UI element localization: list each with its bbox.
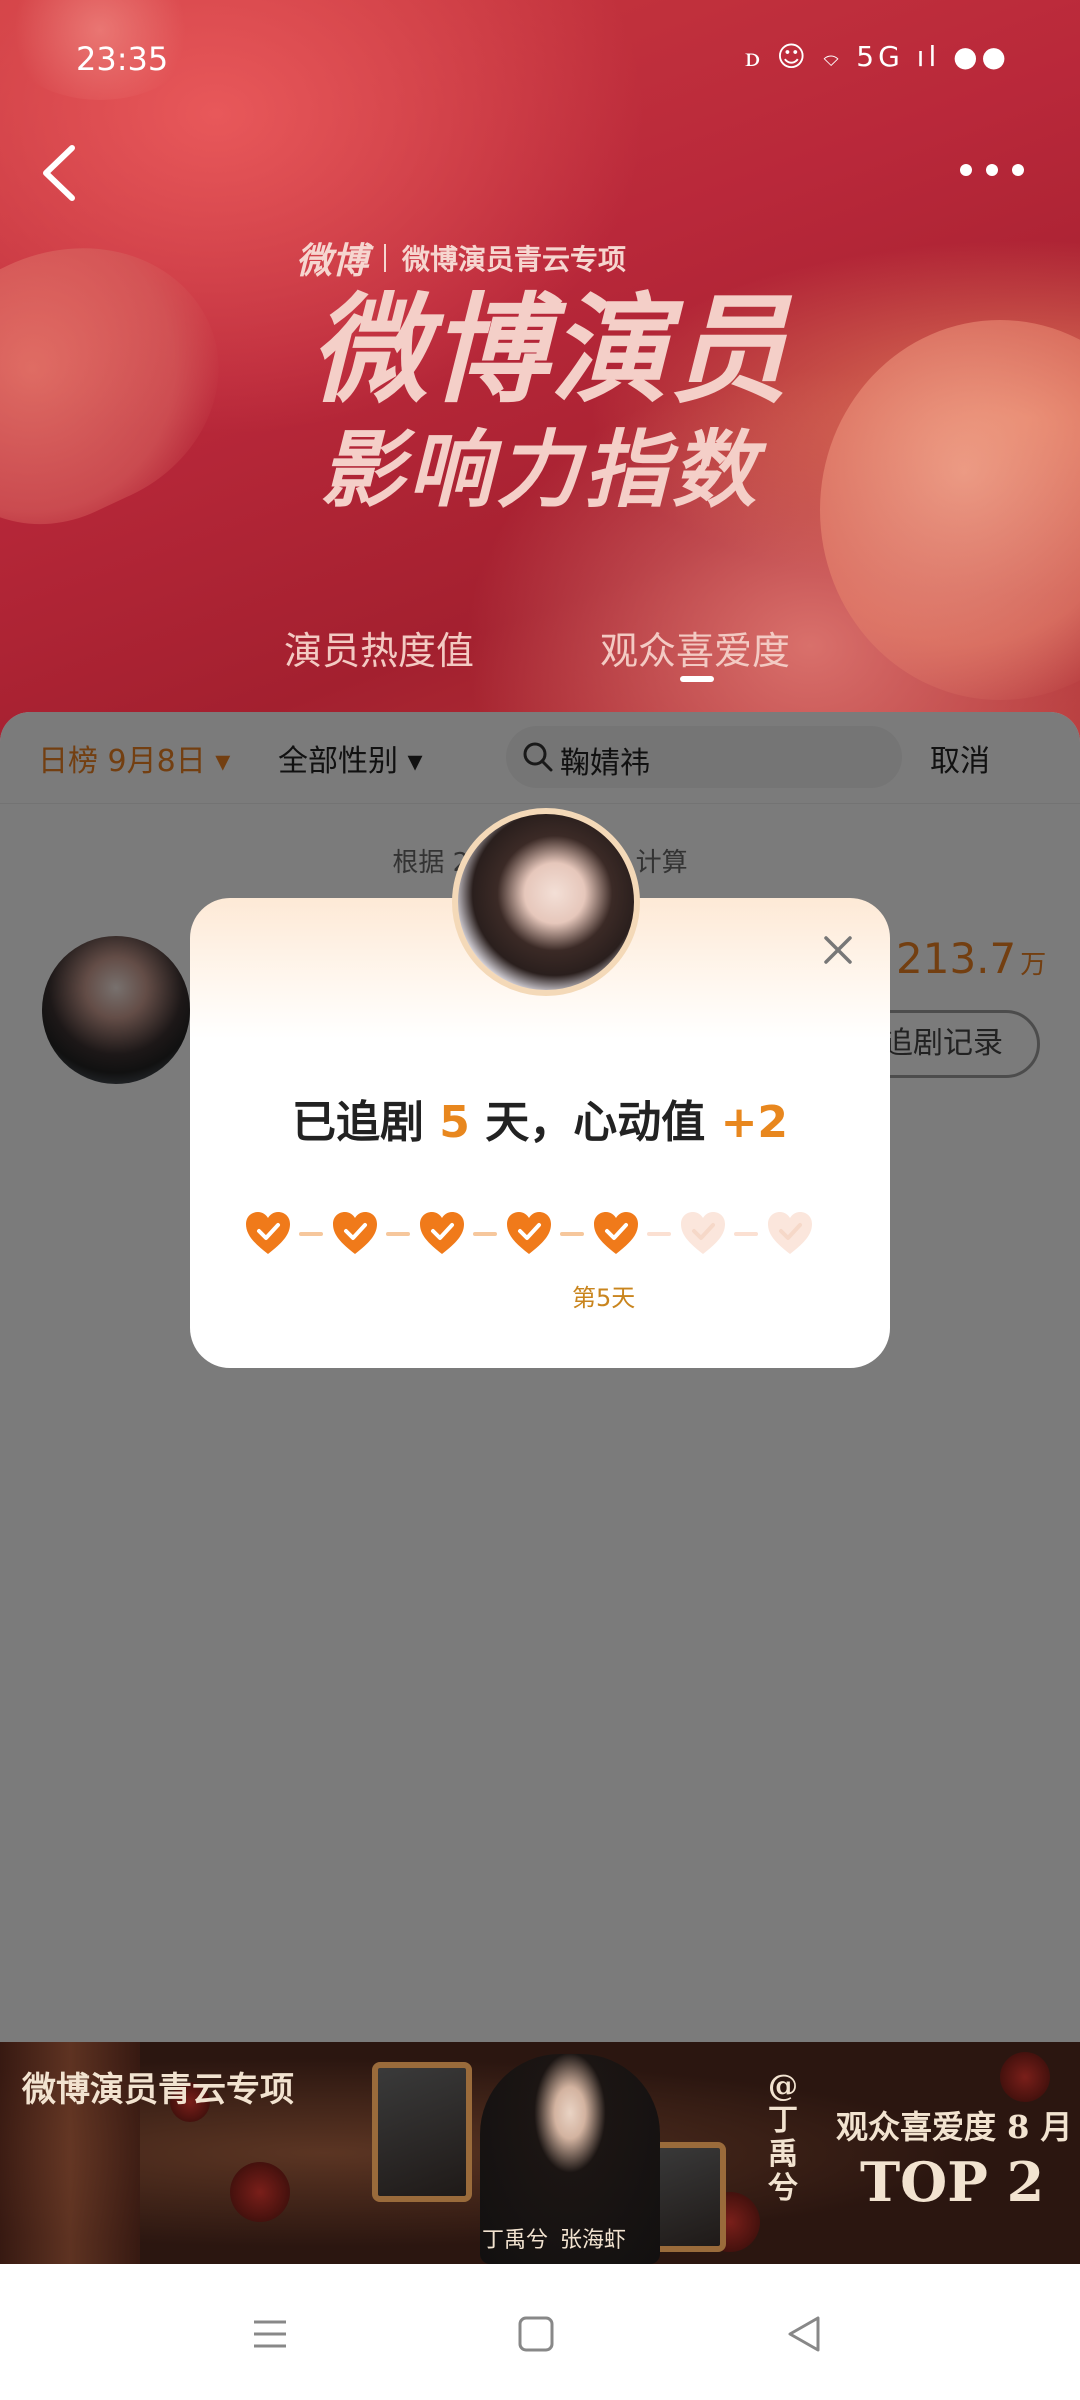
- chevron-left-icon: [43, 145, 75, 201]
- check-in-progress: [244, 1210, 824, 1260]
- progress-connector: [560, 1232, 584, 1236]
- tab-active-indicator: [680, 676, 714, 682]
- heart-filled-icon: [418, 1210, 466, 1256]
- home-button[interactable]: [512, 2310, 560, 2358]
- banner-handle: @丁禹兮: [768, 2069, 798, 2206]
- hero-title: 微博演员: [309, 281, 790, 419]
- rose-decor: [1000, 2052, 1050, 2102]
- back-nav-button[interactable]: [780, 2310, 828, 2358]
- banner-name: 丁禹兮: [482, 2228, 549, 2253]
- brand-subtitle: 微博演员青云专项: [402, 243, 627, 276]
- heart-filled-icon: [592, 1210, 640, 1256]
- triangle-back-icon: [788, 2316, 820, 2352]
- weibo-logo: 微博: [296, 241, 369, 282]
- dot-icon: [1012, 164, 1024, 176]
- progress-connector: [473, 1232, 497, 1236]
- banner-name: 张海虾: [560, 2228, 627, 2253]
- menu-icon: [254, 2320, 286, 2348]
- progress-connector: [299, 1232, 323, 1236]
- message-middle: 天，心动值: [485, 1097, 706, 1148]
- message-prefix: 已追剧: [291, 1097, 424, 1148]
- popup-message: 已追剧 5 天，心动值 +2: [190, 1086, 890, 1150]
- points-value: +2: [720, 1097, 789, 1148]
- heart-filled-icon: [244, 1210, 292, 1256]
- dot-icon: [960, 164, 972, 176]
- heart-empty-icon: [766, 1210, 814, 1256]
- progress-connector: [734, 1232, 758, 1236]
- tab-audience-love[interactable]: 观众喜爱度: [600, 620, 790, 675]
- tab-actor-heat[interactable]: 演员热度值: [284, 620, 474, 675]
- progress-connector: [386, 1232, 410, 1236]
- popup-avatar: [452, 808, 640, 996]
- status-icons: ꭰ ☺ ⌔ 5G ıl ●●: [745, 40, 1010, 73]
- close-icon: [824, 936, 852, 964]
- status-bar: 23:35 ꭰ ☺ ⌔ 5G ıl ●●: [0, 0, 1080, 120]
- tab-bar: 演员热度值 观众喜爱度: [0, 620, 1080, 700]
- decor-star-shape: [0, 198, 261, 562]
- promo-banner[interactable]: 微博演员青云专项 @丁禹兮 观众喜爱度 8 月 TOP 2 丁禹兮 张海虾: [0, 2042, 1080, 2264]
- square-icon: [518, 2316, 554, 2352]
- heart-filled-icon: [505, 1210, 553, 1256]
- status-time: 23:35: [76, 40, 169, 78]
- more-options-button[interactable]: [960, 150, 1040, 190]
- photo-frame: [372, 2062, 472, 2202]
- days-count: 5: [439, 1097, 470, 1148]
- heart-filled-icon: [331, 1210, 379, 1256]
- banner-rank: TOP 2: [860, 2150, 1045, 2214]
- brand-row: 微博 微博演员青云专项: [296, 232, 626, 284]
- hero-header: 23:35 ꭰ ☺ ⌔ 5G ıl ●● 微博 微博演员青云专项 微博演员 影响…: [0, 0, 1080, 760]
- divider: [384, 244, 387, 272]
- heart-empty-icon: [679, 1210, 727, 1256]
- dot-icon: [986, 164, 998, 176]
- hero-subtitle: 影响力指数: [319, 421, 760, 519]
- current-day-label: 第5天: [572, 1284, 636, 1312]
- system-nav-bar: [0, 2264, 1080, 2400]
- back-button[interactable]: [30, 138, 90, 208]
- recent-apps-button[interactable]: [246, 2310, 294, 2358]
- banner-rank-label: 观众喜爱度 8 月: [836, 2108, 1073, 2146]
- banner-title: 微博演员青云专项: [22, 2070, 294, 2110]
- rose-decor: [230, 2162, 290, 2222]
- progress-connector: [647, 1232, 671, 1236]
- close-button[interactable]: [818, 930, 858, 970]
